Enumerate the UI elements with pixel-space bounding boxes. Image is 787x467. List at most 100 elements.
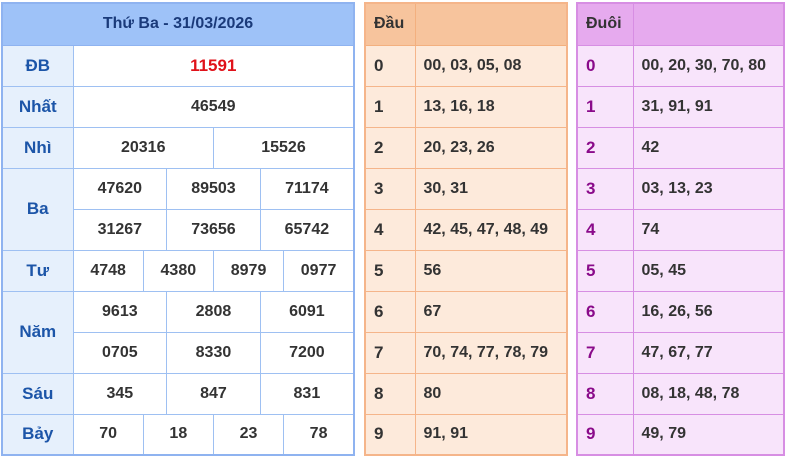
- prize-ba-value: 31267: [72, 208, 168, 251]
- dau-row: 1 13, 16, 18: [364, 85, 568, 128]
- duoi-values: 49, 79: [632, 413, 785, 456]
- prize-row-ba: Ba 47620 89503 71174: [1, 167, 355, 251]
- duoi-header-row: Đuôi: [576, 2, 785, 46]
- dau-row: 6 67: [364, 290, 568, 333]
- prize-bay-value: 70: [72, 413, 144, 456]
- dau-index: 0: [364, 44, 416, 87]
- dau-header: Đầu: [364, 2, 416, 46]
- prize-label-sau: Sáu: [1, 372, 74, 415]
- dau-index: 7: [364, 331, 416, 374]
- dau-row: 7 70, 74, 77, 78, 79: [364, 331, 568, 374]
- duoi-values: 08, 18, 48, 78: [632, 372, 785, 415]
- dau-index: 5: [364, 249, 416, 292]
- dau-values: 91, 91: [414, 413, 568, 456]
- prize-bay-value: 78: [283, 413, 355, 456]
- dau-table: Đầu 0 00, 03, 05, 08 1 13, 16, 18 2 20, 23,…: [364, 2, 568, 456]
- duoi-index: 3: [576, 167, 634, 210]
- results-header-row: Thứ Ba - 31/03/2026: [1, 2, 355, 46]
- duoi-table: Đuôi 0 00, 20, 30, 70, 80 1 31, 91, 91 2 42…: [576, 2, 785, 456]
- prize-nam-value: 7200: [259, 331, 355, 374]
- prize-nam-value: 6091: [259, 290, 355, 333]
- duoi-index: 8: [576, 372, 634, 415]
- dau-row: 8 80: [364, 372, 568, 415]
- prize-ba-value: 65742: [259, 208, 355, 251]
- duoi-values: 05, 45: [632, 249, 785, 292]
- dau-index: 6: [364, 290, 416, 333]
- dau-values: 67: [414, 290, 568, 333]
- duoi-row: 8 08, 18, 48, 78: [576, 372, 785, 415]
- draw-date-title: Thứ Ba - 31/03/2026: [1, 2, 355, 46]
- duoi-values: 47, 67, 77: [632, 331, 785, 374]
- prize-ba-value: 47620: [72, 167, 168, 210]
- prize-nam-value: 2808: [166, 290, 261, 333]
- duoi-row: 0 00, 20, 30, 70, 80: [576, 44, 785, 87]
- prize-tu-value: 0977: [283, 249, 355, 292]
- duoi-index: 9: [576, 413, 634, 456]
- dau-index: 4: [364, 208, 416, 251]
- dau-header-row: Đầu: [364, 2, 568, 46]
- prize-sau-value: 831: [259, 372, 355, 415]
- duoi-index: 6: [576, 290, 634, 333]
- duoi-row: 7 47, 67, 77: [576, 331, 785, 374]
- prize-nhi-value: 20316: [72, 126, 214, 169]
- dau-index: 3: [364, 167, 416, 210]
- duoi-values: 42: [632, 126, 785, 169]
- dau-header-blank: [414, 2, 568, 46]
- duoi-values: 74: [632, 208, 785, 251]
- prize-label-tu: Tư: [1, 249, 74, 292]
- duoi-values: 31, 91, 91: [632, 85, 785, 128]
- dau-row: 4 42, 45, 47, 48, 49: [364, 208, 568, 251]
- dau-values: 20, 23, 26: [414, 126, 568, 169]
- duoi-row: 4 74: [576, 208, 785, 251]
- dau-values: 42, 45, 47, 48, 49: [414, 208, 568, 251]
- prize-tu-value: 4380: [142, 249, 214, 292]
- prize-label-bay: Bảy: [1, 413, 74, 456]
- dau-values: 80: [414, 372, 568, 415]
- prize-sau-value: 847: [166, 372, 261, 415]
- dau-row: 2 20, 23, 26: [364, 126, 568, 169]
- prize-sau-value: 345: [72, 372, 168, 415]
- prize-label-nhat: Nhất: [1, 85, 74, 128]
- results-table: Thứ Ba - 31/03/2026 ĐB 11591 Nhất 46549 …: [1, 2, 355, 456]
- duoi-values: 16, 26, 56: [632, 290, 785, 333]
- duoi-row: 3 03, 13, 23: [576, 167, 785, 210]
- dau-values: 30, 31: [414, 167, 568, 210]
- prize-tu-value: 8979: [212, 249, 285, 292]
- dau-index: 2: [364, 126, 416, 169]
- prize-row-sau: Sáu 345 847 831: [1, 372, 355, 415]
- prize-label-db: ĐB: [1, 44, 74, 87]
- prize-ba-value: 71174: [259, 167, 355, 210]
- duoi-header: Đuôi: [576, 2, 634, 46]
- prize-row-tu: Tư 4748 4380 8979 0977: [1, 249, 355, 292]
- prize-nhi-value: 15526: [212, 126, 355, 169]
- dau-row: 0 00, 03, 05, 08: [364, 44, 568, 87]
- prize-label-ba: Ba: [1, 167, 74, 251]
- duoi-row: 6 16, 26, 56: [576, 290, 785, 333]
- duoi-index: 2: [576, 126, 634, 169]
- prize-ba-value: 73656: [166, 208, 261, 251]
- dau-row: 3 30, 31: [364, 167, 568, 210]
- prize-db-value: 11591: [72, 44, 355, 87]
- dau-index: 1: [364, 85, 416, 128]
- prize-ba-value: 89503: [166, 167, 261, 210]
- duoi-row: 5 05, 45: [576, 249, 785, 292]
- duoi-index: 1: [576, 85, 634, 128]
- prize-row-nhat: Nhất 46549: [1, 85, 355, 128]
- duoi-index: 0: [576, 44, 634, 87]
- prize-bay-value: 23: [212, 413, 285, 456]
- prize-row-db: ĐB 11591: [1, 44, 355, 87]
- duoi-row: 2 42: [576, 126, 785, 169]
- duoi-values: 00, 20, 30, 70, 80: [632, 44, 785, 87]
- duoi-row: 9 49, 79: [576, 413, 785, 456]
- dau-values: 70, 74, 77, 78, 79: [414, 331, 568, 374]
- prize-row-nam: Năm 9613 2808 6091: [1, 290, 355, 374]
- dau-values: 56: [414, 249, 568, 292]
- duoi-values: 03, 13, 23: [632, 167, 785, 210]
- prize-tu-value: 4748: [72, 249, 144, 292]
- duoi-header-blank: [632, 2, 785, 46]
- prize-nhat-value: 46549: [72, 85, 355, 128]
- dau-row: 9 91, 91: [364, 413, 568, 456]
- prize-label-nhi: Nhì: [1, 126, 74, 169]
- dau-index: 9: [364, 413, 416, 456]
- duoi-index: 4: [576, 208, 634, 251]
